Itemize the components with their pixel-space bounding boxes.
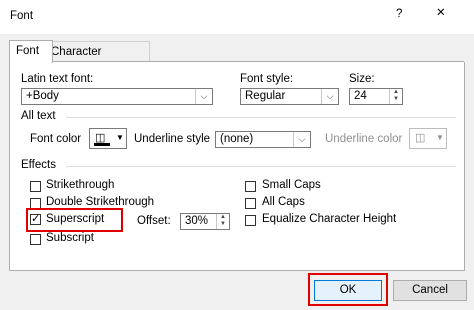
section-divider bbox=[66, 117, 456, 118]
paint-bucket-icon: ◫ bbox=[415, 132, 426, 144]
offset-label: Offset: bbox=[137, 215, 171, 227]
font-style-select[interactable]: Regular ⌵ bbox=[240, 88, 339, 105]
effects-heading: Effects bbox=[21, 159, 56, 171]
color-swatch bbox=[94, 143, 110, 146]
all-caps-label: All Caps bbox=[262, 196, 305, 208]
ok-button[interactable]: OK bbox=[314, 280, 382, 301]
equalize-character-height-checkbox[interactable] bbox=[245, 215, 256, 226]
close-button[interactable]: ✕ bbox=[436, 5, 446, 19]
section-divider bbox=[66, 166, 456, 167]
latin-font-label: Latin text font: bbox=[21, 73, 94, 85]
underline-style-label: Underline style bbox=[134, 133, 211, 145]
offset-spinner[interactable]: 30% ▲ ▼ bbox=[180, 213, 230, 230]
help-button[interactable]: ? bbox=[396, 8, 402, 20]
font-color-label: Font color bbox=[30, 133, 82, 145]
underline-color-button[interactable]: ◫ ▼ bbox=[409, 128, 447, 149]
all-text-heading: All text bbox=[21, 110, 56, 122]
underline-style-value: (none) bbox=[220, 133, 254, 145]
latin-font-select[interactable]: +Body ⌵ bbox=[21, 88, 213, 105]
size-label: Size: bbox=[349, 73, 375, 85]
tab-font[interactable]: Font bbox=[9, 40, 53, 63]
tab-character-spacing[interactable]: Character Spacing bbox=[44, 41, 150, 78]
chevron-down-icon[interactable]: ⌵ bbox=[195, 89, 212, 104]
dialog-title: Font bbox=[10, 10, 34, 22]
font-style-value: Regular bbox=[245, 90, 286, 102]
chevron-down-icon[interactable]: ⌵ bbox=[293, 132, 310, 147]
strikethrough-label: Strikethrough bbox=[46, 179, 115, 191]
underline-color-label: Underline color bbox=[325, 133, 403, 145]
spin-arrows-icon[interactable]: ▲ ▼ bbox=[389, 89, 402, 104]
underline-style-select[interactable]: (none) ⌵ bbox=[215, 131, 311, 148]
equalize-character-height-label: Equalize Character Height bbox=[262, 213, 397, 225]
caret-down-icon: ▼ bbox=[116, 133, 124, 142]
title-bar bbox=[0, 0, 474, 34]
all-caps-checkbox[interactable] bbox=[245, 198, 256, 209]
font-color-button[interactable]: ◫ ▼ bbox=[89, 128, 127, 149]
cancel-button[interactable]: Cancel bbox=[393, 280, 467, 301]
small-caps-checkbox[interactable] bbox=[245, 181, 256, 192]
size-spinner[interactable]: 24 ▲ ▼ bbox=[349, 88, 403, 105]
size-value: 24 bbox=[354, 90, 367, 102]
double-strikethrough-label: Double Strikethrough bbox=[46, 196, 155, 208]
spin-arrows-icon[interactable]: ▲ ▼ bbox=[216, 214, 229, 229]
caret-down-icon: ▼ bbox=[436, 133, 444, 142]
offset-value: 30% bbox=[185, 215, 209, 227]
superscript-checkbox[interactable]: ✓ bbox=[30, 214, 41, 225]
small-caps-label: Small Caps bbox=[262, 179, 321, 191]
font-style-label: Font style: bbox=[240, 73, 294, 85]
latin-font-value: +Body bbox=[26, 90, 59, 102]
checkmark-icon: ✓ bbox=[31, 213, 41, 225]
chevron-down-icon[interactable]: ⌵ bbox=[321, 89, 338, 104]
strikethrough-checkbox[interactable] bbox=[30, 181, 41, 192]
subscript-checkbox[interactable] bbox=[30, 234, 41, 245]
subscript-label: Subscript bbox=[46, 232, 94, 244]
superscript-label: Superscript bbox=[46, 213, 105, 225]
